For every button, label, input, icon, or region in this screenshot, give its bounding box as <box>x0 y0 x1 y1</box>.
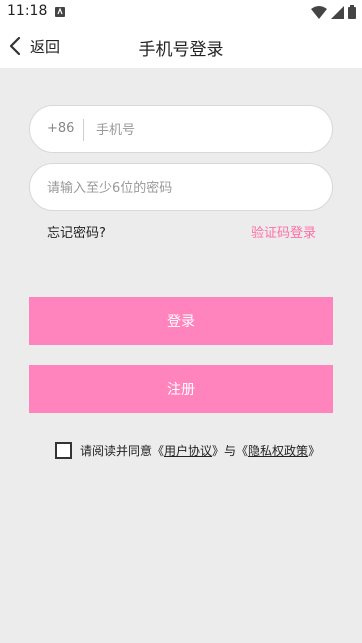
country-code[interactable]: +86 <box>47 121 74 136</box>
user-agreement-link[interactable]: 用户协议 <box>164 442 212 459</box>
field-divider <box>83 119 84 141</box>
header: 返回 手机号登录 <box>0 24 362 68</box>
wifi-icon <box>311 5 327 19</box>
agreement-checkbox[interactable] <box>55 441 72 459</box>
status-bar: 11:18 <box>0 0 362 24</box>
phone-input[interactable] <box>96 116 316 144</box>
page-title: 手机号登录 <box>138 40 224 60</box>
register-button[interactable]: 注册 <box>29 365 333 413</box>
password-input[interactable] <box>47 174 317 202</box>
agreement-middle: 》与《 <box>212 443 249 458</box>
sms-login-link[interactable]: 验证码登录 <box>251 222 316 241</box>
status-time: 11:18 <box>7 3 48 19</box>
agreement-prefix: 请阅读并同意《 <box>80 443 165 458</box>
forgot-password-link[interactable]: 忘记密码? <box>47 222 106 241</box>
status-icons <box>311 5 356 19</box>
phone-field[interactable]: +86 <box>29 105 333 153</box>
agreement-row: 请阅读并同意《 用户协议 》与《 隐私权政策 》 <box>55 440 320 460</box>
login-button[interactable]: 登录 <box>29 297 333 345</box>
notification-icon <box>55 7 65 17</box>
password-field[interactable] <box>29 163 333 211</box>
signal-icon <box>331 5 344 19</box>
battery-icon <box>348 5 356 19</box>
agreement-suffix: 》 <box>308 443 321 458</box>
privacy-policy-link[interactable]: 隐私权政策 <box>248 442 308 459</box>
